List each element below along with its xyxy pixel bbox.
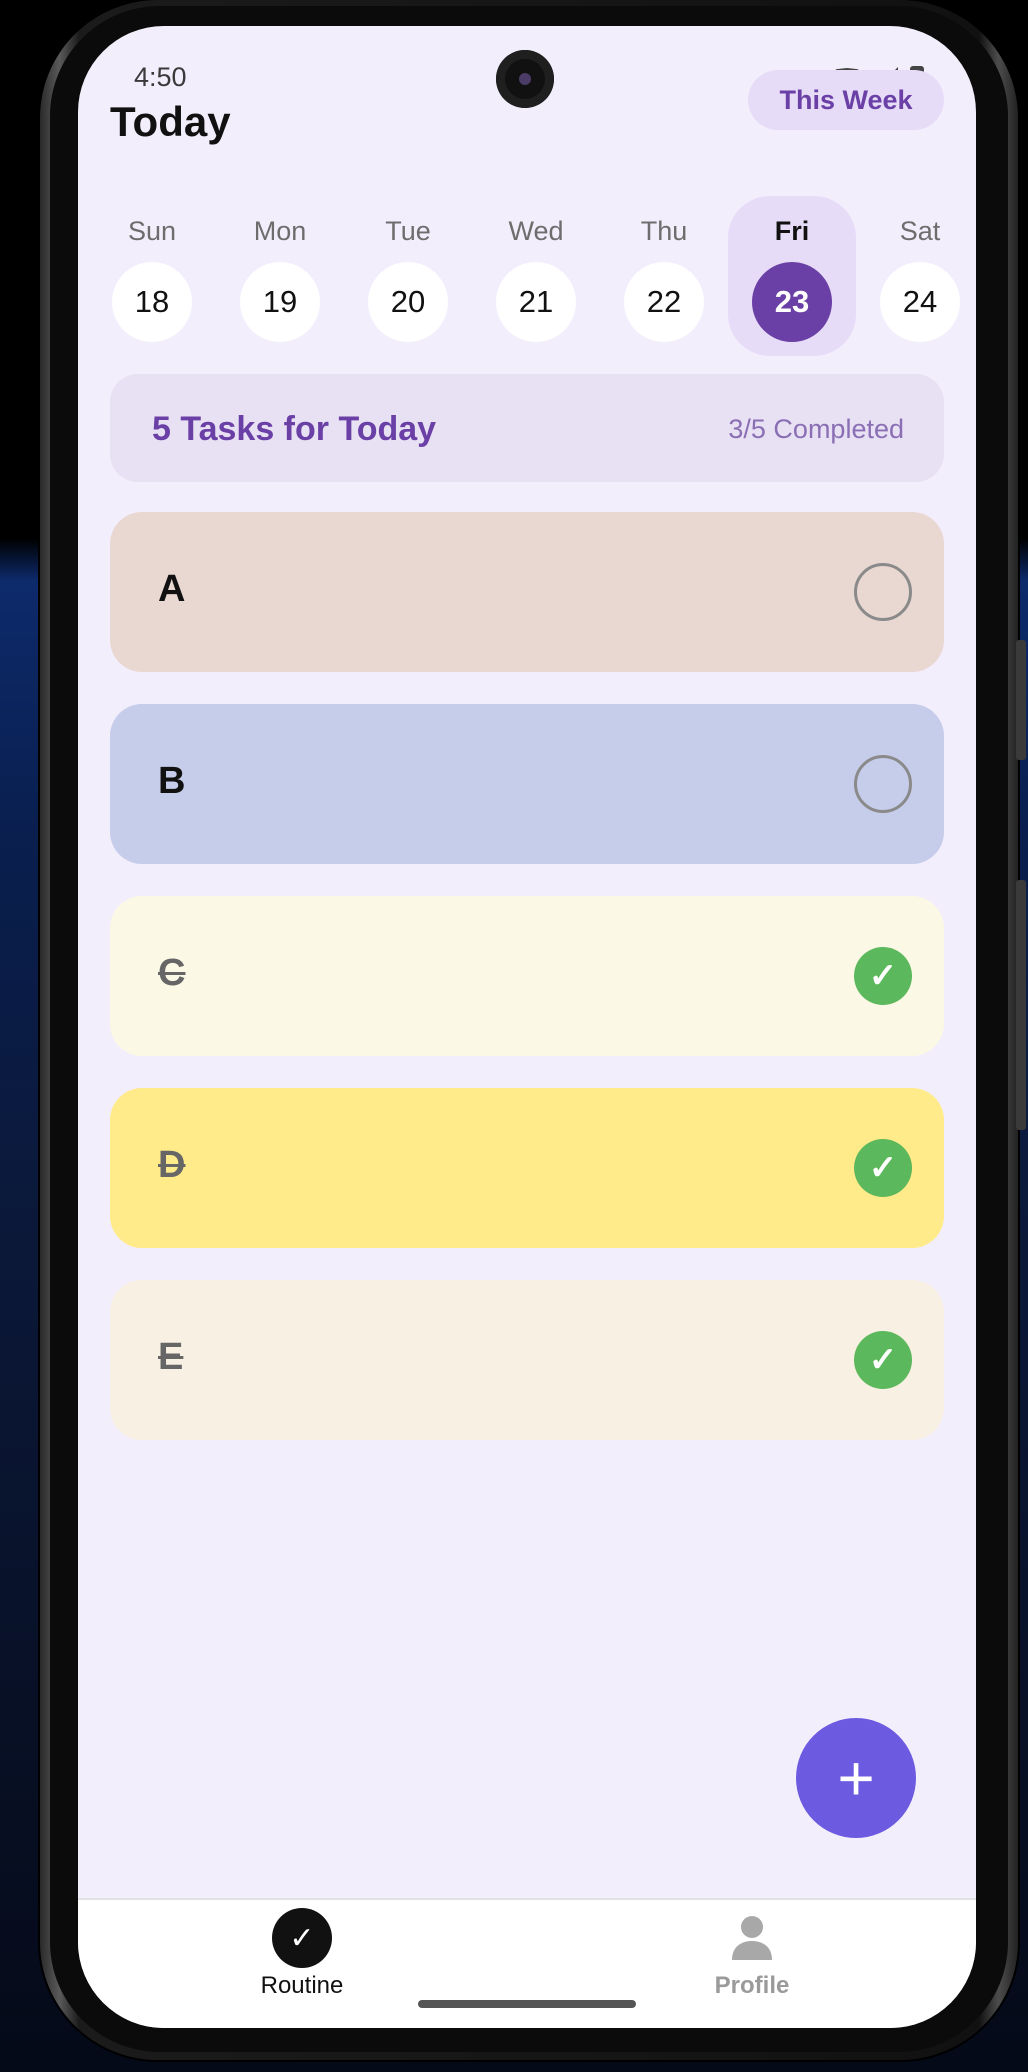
task-card-b[interactable]: B [110,704,944,864]
page-title: Today [110,98,231,145]
add-task-button[interactable]: + [796,1718,916,1838]
summary-title: 5 Tasks for Today [152,410,437,448]
nav-profile-label: Profile [714,1972,790,1999]
day-fri-selected[interactable]: Fri 23 [728,172,856,362]
nav-routine-label: Routine [260,1972,344,1999]
volume-button [1016,640,1026,760]
task-label: A [158,568,186,610]
task-card-d[interactable]: D ✓ [110,1088,944,1248]
day-name: Sat [899,216,941,246]
task-card-e[interactable]: E ✓ [110,1280,944,1440]
power-button [1016,880,1026,1130]
day-number: 18 [112,262,192,342]
task-label: E [158,1336,184,1378]
task-label: B [158,760,186,802]
day-number: 21 [496,262,576,342]
unchecked-circle-icon[interactable] [854,755,912,813]
task-label: D [158,1144,186,1186]
plus-icon: + [837,1742,875,1814]
day-number: 22 [624,262,704,342]
day-number: 20 [368,262,448,342]
day-name: Fri [774,216,810,246]
checked-circle-icon[interactable]: ✓ [854,947,912,1005]
person-icon-svg [732,1916,772,1960]
day-number: 23 [752,262,832,342]
day-name: Thu [640,216,688,246]
day-mon[interactable]: Mon 19 [216,172,344,362]
day-sat[interactable]: Sat 24 [856,172,976,362]
day-name: Wed [508,216,564,246]
nav-routine[interactable]: ✓ Routine [222,1908,382,2000]
person-icon [722,1908,782,1968]
checked-circle-icon[interactable]: ✓ [854,1139,912,1197]
status-time: 4:50 [134,62,187,92]
app-screen: 4:50 Today This Week Sun 18 Mon 19 Tue 2… [78,26,976,2028]
unchecked-circle-icon[interactable] [854,563,912,621]
task-card-c[interactable]: C ✓ [110,896,944,1056]
day-tue[interactable]: Tue 20 [344,172,472,362]
completed-count: 3/5 Completed [728,414,904,444]
day-name: Sun [127,216,177,246]
day-number: 19 [240,262,320,342]
home-indicator [418,2000,636,2008]
day-sun[interactable]: Sun 18 [88,172,216,362]
task-label: C [158,952,186,994]
checked-circle-icon[interactable]: ✓ [854,1331,912,1389]
bottom-navigation: ✓ Routine Profile [78,1898,976,2028]
week-day-selector: Sun 18 Mon 19 Tue 20 Wed 21 Thu 22 Fri 2… [88,172,968,362]
day-name: Mon [253,216,307,246]
day-number: 24 [880,262,960,342]
nav-profile[interactable]: Profile [672,1908,832,2000]
day-name: Tue [385,216,431,246]
camera-cutout [496,50,554,108]
task-card-a[interactable]: A [110,512,944,672]
this-week-button[interactable]: This Week [748,70,944,130]
task-summary-card: 5 Tasks for Today 3/5 Completed [110,374,944,482]
day-thu[interactable]: Thu 22 [600,172,728,362]
check-icon: ✓ [272,1908,332,1968]
day-wed[interactable]: Wed 21 [472,172,600,362]
